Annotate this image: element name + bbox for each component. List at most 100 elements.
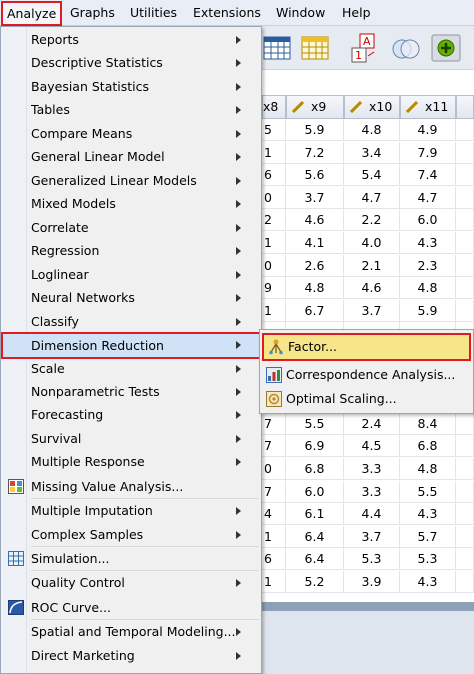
menu-item-bayesian-statistics[interactable]: Bayesian Statistics [1,75,261,98]
data-view-button[interactable] [262,32,294,64]
grid-cell[interactable] [456,458,474,480]
grid-cell[interactable]: 2.1 [344,254,400,277]
grid-cell[interactable]: 1 [262,141,286,164]
grid-cell[interactable] [456,209,474,232]
menu-extensions[interactable]: Extensions [193,4,261,22]
menu-item-roc-curve[interactable]: ROC Curve... [1,596,261,619]
grid-cell[interactable]: 5.3 [344,548,400,571]
grid-cell[interactable]: 0 [262,254,286,277]
menu-item-direct-marketing[interactable]: Direct Marketing [1,644,261,667]
grid-cell[interactable]: 1 [262,232,286,254]
grid-cell[interactable]: 5.7 [400,525,456,548]
grid-cell[interactable] [456,435,474,458]
menu-item-spatial-temporal-modeling[interactable]: Spatial and Temporal Modeling... [1,620,261,643]
grid-cell[interactable]: 6.0 [400,209,456,232]
grid-cell[interactable]: 4.5 [344,435,400,458]
grid-cell[interactable]: 2.2 [344,209,400,232]
grid-cell[interactable]: 7 [262,435,286,458]
grid-cell[interactable] [456,412,474,435]
column-header-next[interactable] [456,95,474,119]
grid-cell[interactable]: 4.0 [344,232,400,254]
column-header-x10[interactable]: x10 [344,95,400,119]
grid-cell[interactable]: 3.7 [344,525,400,548]
grid-cell[interactable]: 7 [262,480,286,503]
grid-cell[interactable]: 6.4 [286,525,344,548]
grid-cell[interactable]: 4.7 [344,186,400,209]
menu-item-loglinear[interactable]: Loglinear [1,263,261,286]
grid-cell[interactable]: 3.7 [286,186,344,209]
menu-item-quality-control[interactable]: Quality Control [1,571,261,594]
grid-cell[interactable]: 5.2 [286,571,344,593]
grid-cell[interactable] [456,525,474,548]
grid-cell[interactable]: 6.7 [286,299,344,322]
menu-item-multiple-response[interactable]: Multiple Response [1,450,261,473]
column-header-x11[interactable]: x11 [400,95,456,119]
venn-button[interactable] [390,32,422,64]
menu-item-generalized-linear-models[interactable]: Generalized Linear Models [1,169,261,192]
grid-cell[interactable]: 3.7 [344,299,400,322]
column-header-x9[interactable]: x9 [286,95,344,119]
grid-cell[interactable]: 4.4 [344,503,400,526]
grid-cell[interactable]: 5.4 [344,164,400,187]
grid-cell[interactable]: 5.9 [286,119,344,141]
grid-cell[interactable]: 5.5 [400,480,456,503]
grid-cell[interactable]: 6.4 [286,548,344,571]
grid-cell[interactable]: 6.0 [286,480,344,503]
grid-cell[interactable]: 8.4 [400,412,456,435]
grid-cell[interactable]: 6.8 [400,435,456,458]
grid-cell[interactable] [456,571,474,593]
grid-cell[interactable]: 7.9 [400,141,456,164]
grid-cell[interactable] [456,299,474,322]
grid-cell[interactable]: 4.3 [400,232,456,254]
menu-item-regression[interactable]: Regression [1,239,261,262]
grid-cell[interactable]: 7.2 [286,141,344,164]
menu-utilities[interactable]: Utilities [130,4,177,22]
grid-cell[interactable] [456,186,474,209]
menu-item-complex-samples[interactable]: Complex Samples [1,523,261,546]
menu-item-tables[interactable]: Tables [1,98,261,121]
grid-cell[interactable] [456,254,474,277]
menu-help[interactable]: Help [342,4,371,22]
grid-cell[interactable]: 5.5 [286,412,344,435]
grid-cell[interactable] [456,548,474,571]
menu-item-descriptive-statistics[interactable]: Descriptive Statistics [1,51,261,74]
menu-item-missing-value-analysis[interactable]: Missing Value Analysis... [1,475,261,498]
submenu-item-factor[interactable]: Factor... [262,333,471,361]
menu-item-correlate[interactable]: Correlate [1,216,261,239]
menu-item-survival[interactable]: Survival [1,427,261,450]
grid-cell[interactable]: 1 [262,299,286,322]
grid-cell[interactable]: 3.4 [344,141,400,164]
grid-cell[interactable]: 9 [262,277,286,300]
grid-cell[interactable]: 2.3 [400,254,456,277]
grid-cell[interactable]: 0 [262,186,286,209]
menu-item-general-linear-model[interactable]: General Linear Model [1,145,261,168]
grid-cell[interactable] [456,119,474,141]
menu-analyze[interactable]: Analyze [1,1,63,26]
grid-cell[interactable]: 4.9 [400,119,456,141]
grid-cell[interactable] [456,141,474,164]
grid-cell[interactable]: 4.1 [286,232,344,254]
add-button[interactable] [430,32,462,64]
grid-cell[interactable]: 5.3 [400,548,456,571]
grid-cell[interactable]: 7 [262,412,286,435]
menu-item-compare-means[interactable]: Compare Means [1,122,261,145]
grid-cell[interactable]: 4.7 [400,186,456,209]
grid-cell[interactable] [456,277,474,300]
grid-cell[interactable]: 6 [262,164,286,187]
menu-item-neural-networks[interactable]: Neural Networks [1,286,261,309]
grid-cell[interactable]: 1 [262,571,286,593]
menu-item-classify[interactable]: Classify [1,310,261,333]
grid-cell[interactable]: 4.3 [400,571,456,593]
menu-graphs[interactable]: Graphs [70,4,115,22]
menu-item-dimension-reduction[interactable]: Dimension Reduction [1,332,261,359]
menu-item-mixed-models[interactable]: Mixed Models [1,192,261,215]
grid-cell[interactable]: 4.8 [400,277,456,300]
grid-cell[interactable]: 6.9 [286,435,344,458]
grid-cell[interactable]: 4.6 [344,277,400,300]
value-labels-button[interactable]: A1 [348,32,380,64]
grid-cell[interactable]: 6.8 [286,458,344,480]
grid-cell[interactable]: 4 [262,503,286,526]
grid-cell[interactable]: 4.8 [400,458,456,480]
grid-cell[interactable]: 6 [262,548,286,571]
grid-cell[interactable] [456,164,474,187]
